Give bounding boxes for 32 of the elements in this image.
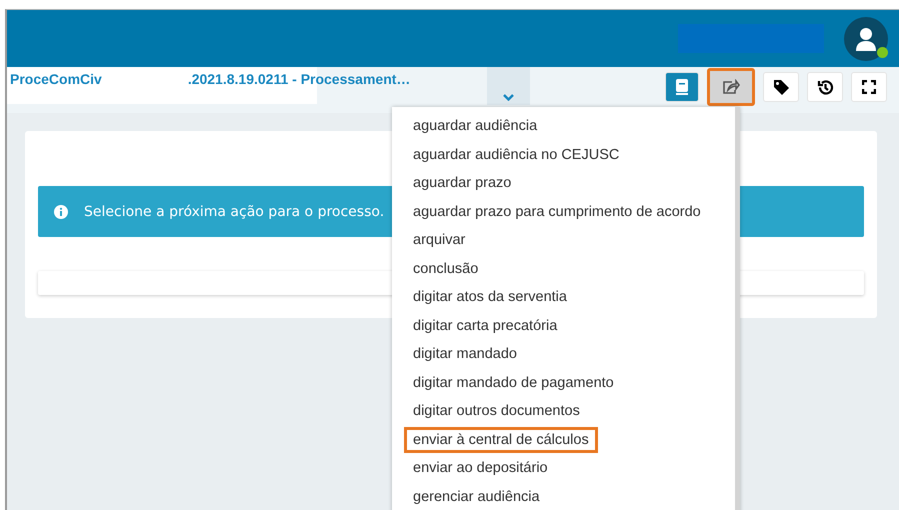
menu-item[interactable]: enviar à central de cálculos: [404, 426, 598, 453]
user-icon: [855, 26, 877, 50]
menu-item[interactable]: digitar atos da serventia: [413, 287, 567, 308]
expand-toggle[interactable]: [487, 67, 530, 105]
menu-item[interactable]: aguardar prazo para cumprimento de acordo: [413, 202, 701, 222]
menu-item[interactable]: aguardar audiência no CEJUSC: [413, 144, 620, 165]
menu-item[interactable]: aguardar prazo: [413, 173, 512, 194]
menu-item[interactable]: enviar ao depositário: [413, 458, 548, 478]
fullscreen-button[interactable]: [851, 72, 887, 102]
process-title: .2021.8.19.0211 - Processament…: [188, 71, 410, 87]
tag-button[interactable]: [763, 72, 799, 102]
menu-item[interactable]: digitar outros documentos: [413, 401, 580, 422]
share-icon: [722, 79, 740, 95]
menu-item[interactable]: gerenciar audiência: [413, 486, 540, 507]
share-button[interactable]: [707, 68, 755, 106]
user-avatar[interactable]: [844, 16, 888, 60]
book-button[interactable]: [665, 72, 699, 102]
book-icon: [675, 79, 689, 95]
menu-item[interactable]: arquivar: [413, 230, 466, 250]
menu-item[interactable]: aguardar audiência: [413, 116, 538, 136]
info-icon: [54, 204, 68, 218]
alert-message: Selecione a próxima ação para o processo.: [84, 204, 384, 220]
menu-item[interactable]: digitar mandado de pagamento: [413, 372, 614, 393]
fullscreen-icon: [862, 80, 876, 94]
history-icon: [816, 78, 834, 96]
chevron-down-icon: [503, 94, 514, 101]
system-name: ProceComCiv: [9, 71, 102, 87]
menu-item[interactable]: conclusão: [413, 258, 478, 279]
history-button[interactable]: [807, 72, 843, 102]
tag-icon: [772, 78, 790, 96]
menu-item[interactable]: digitar mandado: [413, 344, 517, 364]
menu-item[interactable]: digitar carta precatória: [413, 316, 558, 336]
